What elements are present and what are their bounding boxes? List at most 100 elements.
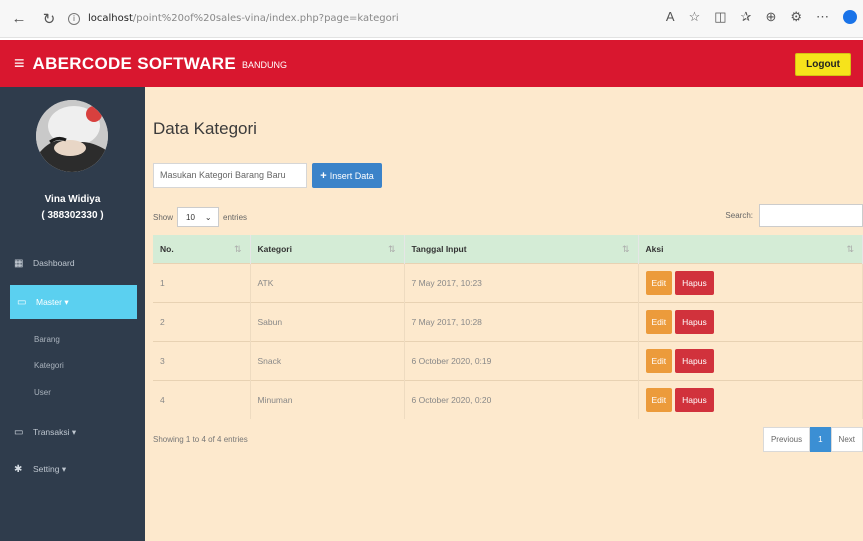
plus-icon: + [320,169,327,182]
search-box: Search: [725,204,863,227]
hapus-button[interactable]: Hapus [675,387,714,412]
page-title: Data Kategori [153,119,257,138]
next-button[interactable]: Next [830,427,863,452]
app-header: ≡ ABERCODE SOFTWARE BANDUNG Logout [0,40,863,87]
entries-label: entries [223,212,248,222]
entries-value: 10 [186,212,195,222]
brand-title: ABERCODE SOFTWARE [32,53,236,73]
hapus-button[interactable]: Hapus [675,309,714,334]
hapus-button[interactable]: Hapus [675,348,714,373]
favorites-icon[interactable]: ✰ [741,9,752,25]
column-label: Tanggal Input [411,243,467,254]
show-label: Show [153,212,174,222]
user-id: ( 388302330 ) [41,210,104,221]
browser-icons: A ☆ ◫ ✰ ⊕ ⚙ ⋯ [666,9,857,25]
show-entries: Show 10 ⌄ entries [153,207,247,227]
cell-tanggal: 7 May 2017, 10:23 [404,262,639,302]
sidebar-item-label: Transaksi ▾ [33,426,77,437]
column-label: Aksi [645,243,664,254]
table-row: 3 Snack 6 October 2020, 0:19 Edit Hapus [153,340,863,380]
pagination: Previous 1 Next [762,427,863,452]
table-row: 1 ATK 7 May 2017, 10:23 Edit Hapus [153,262,863,302]
column-label: Kategori [257,243,292,254]
column-header-tanggal[interactable]: Tanggal Input ⇅ [404,235,639,263]
cell-kategori: Snack [250,340,405,380]
insert-data-button[interactable]: + Insert Data [312,163,382,188]
cell-kategori: Minuman [250,379,405,419]
more-icon[interactable]: ⋯ [816,9,829,25]
cell-no: 3 [153,340,251,380]
brand-subtitle: BANDUNG [241,60,287,70]
url-host: localhost [88,13,133,24]
chevron-down-icon: ⌄ [204,212,212,222]
sidebar-subitem-user[interactable]: User [34,388,51,397]
cell-no: 1 [153,262,251,302]
browser-toolbar: ← ↻ i localhost/point%20of%20sales-vina/… [0,0,863,38]
sidebar-item-label: Master ▾ [36,296,69,307]
search-label: Search: [725,211,753,220]
kategori-table: No. ⇅ Kategori ⇅ Tanggal Input ⇅ Aksi ⇅ 1 AT… [153,235,863,419]
read-aloud-icon[interactable]: A [666,9,675,25]
insert-button-label: Insert Data [329,170,374,181]
url-path: /point%20of%20sales-vina/index.php?page=… [132,13,399,24]
cell-aksi: Edit Hapus [638,340,863,380]
cell-no: 4 [153,379,251,419]
gear-icon: ✱ [14,463,23,475]
collections-icon[interactable]: ⊕ [765,9,776,25]
search-input[interactable] [759,204,863,227]
sort-icon: ⇅ [846,244,854,254]
cell-kategori: Sabun [250,301,405,341]
extensions-icon[interactable]: ⚙ [790,9,802,25]
sidebar-subitem-kategori[interactable]: Kategori [34,361,64,370]
profile-icon[interactable] [843,10,857,24]
edit-button[interactable]: Edit [645,387,673,412]
sort-icon: ⇅ [233,244,242,254]
table-header-row: No. ⇅ Kategori ⇅ Tanggal Input ⇅ Aksi ⇅ [153,235,863,263]
monitor-icon: ▭ [14,426,24,438]
edit-button[interactable]: Edit [645,309,673,334]
cell-tanggal: 6 October 2020, 0:19 [404,340,639,380]
edit-button[interactable]: Edit [645,270,673,295]
previous-button[interactable]: Previous [762,427,811,452]
sidebar-item-dashboard[interactable]: ▦ Dashboard [0,250,145,276]
edit-button[interactable]: Edit [645,348,673,373]
reload-icon[interactable]: ↻ [38,8,60,30]
info-icon[interactable]: i [68,12,80,25]
column-label: No. [160,243,174,254]
split-screen-icon[interactable]: ◫ [714,9,726,25]
cell-aksi: Edit Hapus [638,301,863,341]
table-row: 4 Minuman 6 October 2020, 0:20 Edit Hapus [153,379,863,419]
sidebar-subitem-barang[interactable]: Barang [34,335,60,344]
hamburger-menu-icon[interactable]: ≡ [14,53,25,74]
cell-tanggal: 6 October 2020, 0:20 [404,379,639,419]
kategori-input[interactable]: Masukan Kategori Barang Baru [153,163,307,188]
monitor-icon: ▭ [17,296,27,308]
favorite-star-icon[interactable]: ☆ [689,9,701,25]
cell-aksi: Edit Hapus [638,262,863,302]
back-arrow-icon[interactable]: ← [8,8,30,30]
sidebar-item-label: Setting ▾ [33,463,67,474]
dashboard-icon: ▦ [14,257,24,269]
sidebar-item-transaksi[interactable]: ▭ Transaksi ▾ [0,419,145,445]
cell-aksi: Edit Hapus [638,379,863,419]
sidebar-item-master[interactable]: ▭ Master ▾ [10,285,137,319]
column-header-no[interactable]: No. ⇅ [153,235,251,263]
showing-info: Showing 1 to 4 of 4 entries [153,435,248,444]
sidebar-item-label: Dashboard [33,258,75,268]
sort-icon: ⇅ [387,244,396,254]
cell-no: 2 [153,301,251,341]
entries-select[interactable]: 10 ⌄ [177,207,220,227]
logout-button[interactable]: Logout [795,53,851,76]
address-bar[interactable]: i localhost/point%20of%20sales-vina/inde… [68,12,399,25]
sidebar-item-setting[interactable]: ✱ Setting ▾ [0,456,145,482]
page-1-button[interactable]: 1 [810,427,831,452]
column-header-aksi[interactable]: Aksi ⇅ [638,235,863,263]
avatar [36,100,108,172]
cell-tanggal: 7 May 2017, 10:28 [404,301,639,341]
sort-icon: ⇅ [621,244,630,254]
hapus-button[interactable]: Hapus [675,270,714,295]
table-row: 2 Sabun 7 May 2017, 10:28 Edit Hapus [153,301,863,341]
column-header-kategori[interactable]: Kategori ⇅ [250,235,405,263]
main-content: Data Kategori Masukan Kategori Barang Ba… [145,87,863,541]
user-name: Vina Widiya [44,194,101,205]
